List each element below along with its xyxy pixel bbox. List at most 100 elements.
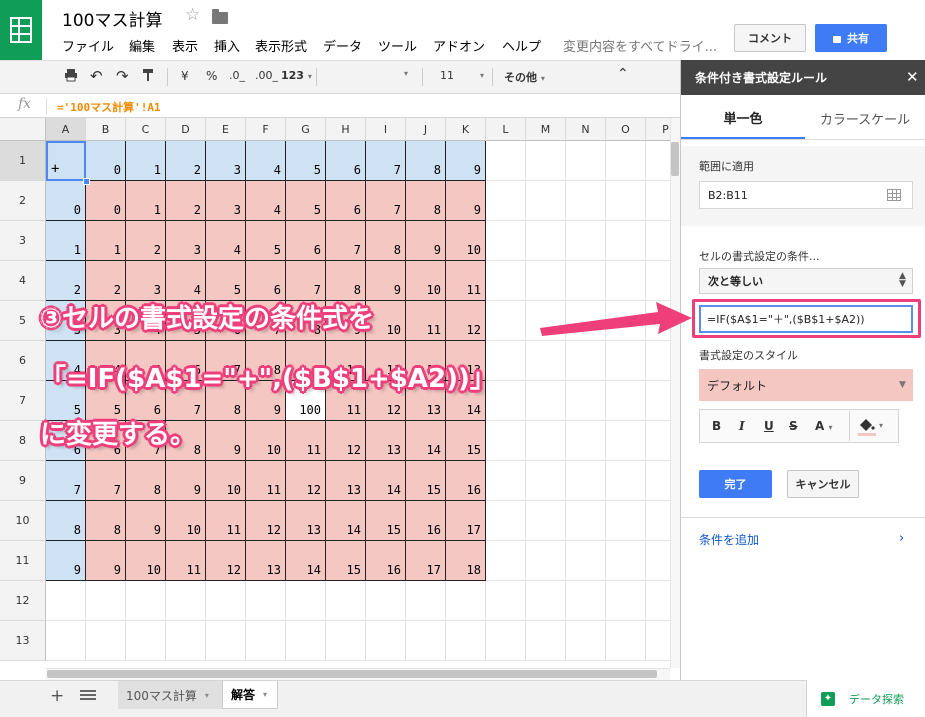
cell-J2[interactable]: 8 xyxy=(406,181,446,221)
cell-G1[interactable]: 5 xyxy=(286,141,326,181)
column-header-O[interactable]: O xyxy=(606,118,646,141)
cell-E11[interactable]: 12 xyxy=(206,541,246,581)
cell-P12[interactable] xyxy=(646,581,672,621)
cell-E4[interactable]: 5 xyxy=(206,261,246,301)
column-header-F[interactable]: F xyxy=(246,118,286,141)
cell-D12[interactable] xyxy=(166,581,206,621)
menu-tools[interactable]: ツール xyxy=(378,36,417,55)
row-header-11[interactable]: 11 xyxy=(0,541,46,581)
row-header-4[interactable]: 4 xyxy=(0,261,46,301)
comment-button[interactable]: コメント xyxy=(734,24,806,52)
text-color-button[interactable]: A ▾ xyxy=(815,419,833,433)
fill-color-icon[interactable]: ▾ xyxy=(856,416,886,442)
cell-F3[interactable]: 5 xyxy=(246,221,286,261)
cell-I2[interactable]: 7 xyxy=(366,181,406,221)
cell-K5[interactable]: 12 xyxy=(446,301,486,341)
cell-G4[interactable]: 7 xyxy=(286,261,326,301)
save-status-link[interactable]: 変更内容をすべてドライ... xyxy=(563,36,717,55)
menu-data[interactable]: データ xyxy=(323,36,362,55)
currency-format-button[interactable]: ¥ xyxy=(181,69,189,83)
cell-C10[interactable]: 9 xyxy=(126,501,166,541)
cell-M10[interactable] xyxy=(526,501,566,541)
cell-M7[interactable] xyxy=(526,381,566,421)
cell-N6[interactable] xyxy=(566,341,606,381)
cell-K12[interactable] xyxy=(446,581,486,621)
increase-decimal-button[interactable]: .00_ xyxy=(255,69,278,82)
cell-I12[interactable] xyxy=(366,581,406,621)
cell-E12[interactable] xyxy=(206,581,246,621)
cell-N10[interactable] xyxy=(566,501,606,541)
cell-G3[interactable]: 6 xyxy=(286,221,326,261)
number-format-dropdown[interactable]: 123 ▾ xyxy=(281,69,312,82)
cell-D4[interactable]: 4 xyxy=(166,261,206,301)
menu-insert[interactable]: 挿入 xyxy=(214,36,240,55)
cell-I3[interactable]: 8 xyxy=(366,221,406,261)
tab-color-scale[interactable]: カラースケール xyxy=(805,97,925,139)
cell-N8[interactable] xyxy=(566,421,606,461)
horizontal-scroll-thumb[interactable] xyxy=(47,670,657,678)
select-all-corner[interactable] xyxy=(0,118,46,141)
cell-K8[interactable]: 15 xyxy=(446,421,486,461)
font-size-dropdown[interactable]: 11 ▾ xyxy=(440,69,484,82)
cell-F1[interactable]: 4 xyxy=(246,141,286,181)
cell-N13[interactable] xyxy=(566,621,606,661)
cell-D2[interactable]: 2 xyxy=(166,181,206,221)
row-header-3[interactable]: 3 xyxy=(0,221,46,261)
cell-H12[interactable] xyxy=(326,581,366,621)
cell-O2[interactable] xyxy=(606,181,646,221)
cell-H11[interactable]: 15 xyxy=(326,541,366,581)
menu-addons[interactable]: アドオン xyxy=(433,36,485,55)
cell-M13[interactable] xyxy=(526,621,566,661)
tab-single-color[interactable]: 単一色 xyxy=(681,97,805,139)
menu-view[interactable]: 表示 xyxy=(172,36,198,55)
cell-G8[interactable]: 11 xyxy=(286,421,326,461)
cell-L4[interactable] xyxy=(486,261,526,301)
cell-A11[interactable]: 9 xyxy=(46,541,86,581)
range-input[interactable]: B2:B11 xyxy=(699,181,913,209)
cell-C1[interactable]: 1 xyxy=(126,141,166,181)
column-header-L[interactable]: L xyxy=(486,118,526,141)
cell-B1[interactable]: 0 xyxy=(86,141,126,181)
cell-H8[interactable]: 12 xyxy=(326,421,366,461)
cell-O1[interactable] xyxy=(606,141,646,181)
cell-J12[interactable] xyxy=(406,581,446,621)
cell-K3[interactable]: 10 xyxy=(446,221,486,261)
cell-J11[interactable]: 17 xyxy=(406,541,446,581)
cell-K1[interactable]: 9 xyxy=(446,141,486,181)
menu-help[interactable]: ヘルプ xyxy=(502,36,541,55)
column-header-P[interactable]: P xyxy=(646,118,672,141)
cell-K2[interactable]: 9 xyxy=(446,181,486,221)
cell-I8[interactable]: 13 xyxy=(366,421,406,461)
cell-D1[interactable]: 2 xyxy=(166,141,206,181)
cell-H1[interactable]: 6 xyxy=(326,141,366,181)
cell-F12[interactable] xyxy=(246,581,286,621)
cell-L11[interactable] xyxy=(486,541,526,581)
cell-L10[interactable] xyxy=(486,501,526,541)
cell-E8[interactable]: 9 xyxy=(206,421,246,461)
cell-C4[interactable]: 3 xyxy=(126,261,166,301)
paint-format-icon[interactable] xyxy=(142,68,154,85)
cell-C12[interactable] xyxy=(126,581,166,621)
cell-M4[interactable] xyxy=(526,261,566,301)
cell-M8[interactable] xyxy=(526,421,566,461)
cell-G9[interactable]: 12 xyxy=(286,461,326,501)
cell-N12[interactable] xyxy=(566,581,606,621)
cell-N3[interactable] xyxy=(566,221,606,261)
italic-button[interactable]: I xyxy=(739,419,745,433)
cell-C2[interactable]: 1 xyxy=(126,181,166,221)
cell-K10[interactable]: 17 xyxy=(446,501,486,541)
redo-icon[interactable]: ↷ xyxy=(116,67,129,85)
menu-file[interactable]: ファイル xyxy=(62,36,114,55)
cell-P13[interactable] xyxy=(646,621,672,661)
row-header-2[interactable]: 2 xyxy=(0,181,46,221)
cell-H10[interactable]: 14 xyxy=(326,501,366,541)
cell-L13[interactable] xyxy=(486,621,526,661)
cell-J10[interactable]: 16 xyxy=(406,501,446,541)
sheets-logo[interactable] xyxy=(0,0,42,60)
cell-A2[interactable]: 0 xyxy=(46,181,86,221)
cell-K11[interactable]: 18 xyxy=(446,541,486,581)
cell-F10[interactable]: 12 xyxy=(246,501,286,541)
cell-M12[interactable] xyxy=(526,581,566,621)
decrease-decimal-button[interactable]: .0_ xyxy=(229,69,245,82)
cell-N4[interactable] xyxy=(566,261,606,301)
